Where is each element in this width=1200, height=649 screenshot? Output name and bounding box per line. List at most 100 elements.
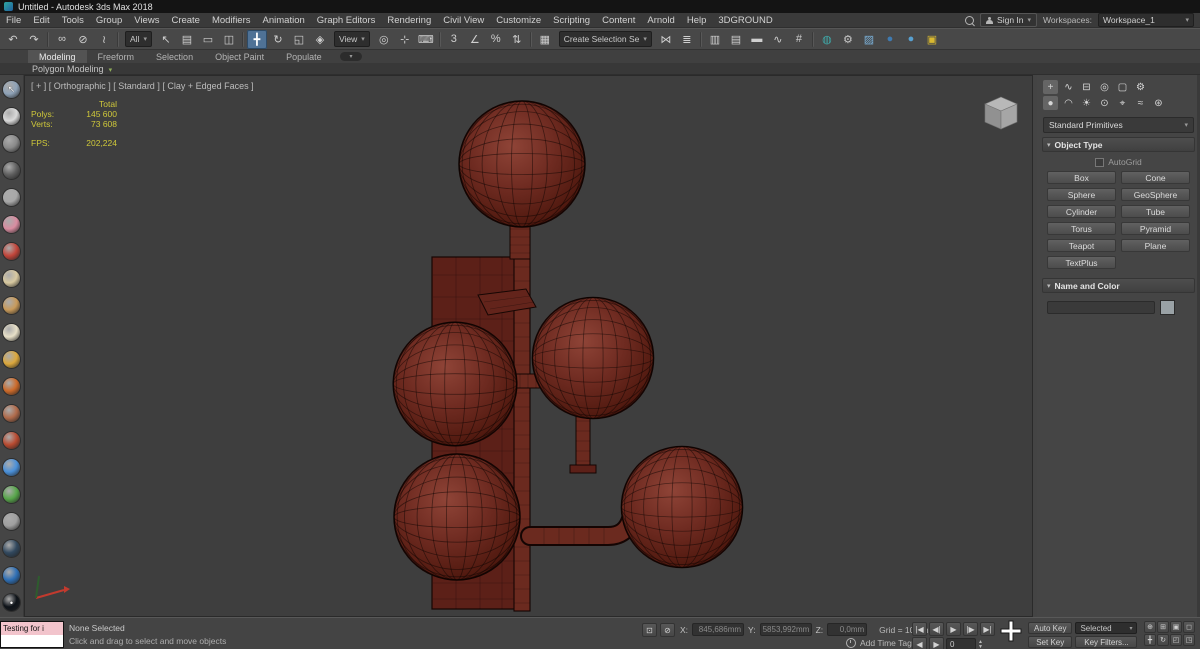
bind-to-space-warp-button[interactable]: ≀ xyxy=(94,30,114,49)
left-tool-cream-sphere-icon[interactable] xyxy=(3,324,20,341)
object-type-button-torus[interactable]: Torus xyxy=(1047,222,1116,235)
sphere-bottom-left[interactable] xyxy=(393,453,521,581)
sphere-left[interactable] xyxy=(392,321,518,447)
left-tool-gray-sphere-icon[interactable] xyxy=(3,189,20,206)
primitive-category-dropdown[interactable]: Standard Primitives xyxy=(1043,117,1194,133)
left-tool-beige-sphere-icon[interactable] xyxy=(3,270,20,287)
select-and-link-button[interactable]: ∞ xyxy=(52,30,72,49)
select-object-button[interactable]: ↖ xyxy=(156,30,176,49)
menu-edit[interactable]: Edit xyxy=(27,13,55,28)
object-type-button-pyramid[interactable]: Pyramid xyxy=(1121,222,1190,235)
helpers-category-tab[interactable]: ⌖ xyxy=(1115,96,1130,110)
left-tool-orange-sphere-icon[interactable] xyxy=(3,378,20,395)
x-coordinate-field[interactable] xyxy=(692,623,745,636)
object-type-rollout-header[interactable]: Object Type xyxy=(1042,137,1195,152)
left-tool-amber-sphere-icon[interactable] xyxy=(3,351,20,368)
object-name-input[interactable] xyxy=(1047,301,1155,314)
menu-animation[interactable]: Animation xyxy=(257,13,311,28)
zoom-all-button[interactable]: ⊞ xyxy=(1157,621,1169,633)
mirror-button[interactable]: ⋈ xyxy=(656,30,676,49)
auto-key-toggle[interactable]: Auto Key xyxy=(1028,622,1073,634)
go-to-end-button[interactable]: ▶| xyxy=(980,622,995,636)
material-editor-button[interactable]: ◍ xyxy=(817,30,837,49)
space-warps-category-tab[interactable]: ≈ xyxy=(1133,96,1148,110)
menu-file[interactable]: File xyxy=(0,13,27,28)
curve-editor-button[interactable]: ∿ xyxy=(768,30,788,49)
menu-graph-editors[interactable]: Graph Editors xyxy=(311,13,382,28)
select-by-name-button[interactable]: ▤ xyxy=(177,30,197,49)
set-key-button[interactable]: Set Key xyxy=(1028,636,1073,648)
window-crossing-toggle[interactable]: ◫ xyxy=(219,30,239,49)
select-and-move-button[interactable]: ╋ xyxy=(246,29,267,49)
pan-view-button[interactable]: ╋ xyxy=(1144,634,1156,646)
y-coordinate-field[interactable] xyxy=(759,623,812,636)
menu-create[interactable]: Create xyxy=(165,13,206,28)
menu-tools[interactable]: Tools xyxy=(56,13,90,28)
object-color-swatch[interactable] xyxy=(1160,300,1175,315)
zoom-region-button[interactable]: ◻ xyxy=(1183,621,1195,633)
left-tool-navy-sphere-icon[interactable] xyxy=(3,540,20,557)
add-time-tag-button[interactable]: Add Time Tag xyxy=(860,638,912,648)
menu-modifiers[interactable]: Modifiers xyxy=(206,13,257,28)
left-tool-dark-icon[interactable] xyxy=(3,162,20,179)
previous-frame-button[interactable]: ◀| xyxy=(929,622,944,636)
object-type-button-teapot[interactable]: Teapot xyxy=(1047,239,1116,252)
menu-arnold[interactable]: Arnold xyxy=(641,13,680,28)
play-animation-button[interactable]: ▶ xyxy=(946,622,961,636)
schematic-view-button[interactable]: # xyxy=(789,30,809,49)
macro-recorder-line[interactable]: Testing for i xyxy=(1,622,63,635)
utilities-tab[interactable]: ⚙ xyxy=(1133,80,1148,94)
hierarchy-tab[interactable]: ⊟ xyxy=(1079,80,1094,94)
listener-line[interactable] xyxy=(1,635,63,647)
viewcube[interactable] xyxy=(981,95,1021,138)
orbit-button[interactable]: ↻ xyxy=(1157,634,1169,646)
tab-freeform[interactable]: Freeform xyxy=(87,50,146,63)
left-tool-panel-icon[interactable] xyxy=(3,135,20,152)
menu-scripting[interactable]: Scripting xyxy=(547,13,596,28)
systems-category-tab[interactable]: ⊛ xyxy=(1151,96,1166,110)
menu-3dground[interactable]: 3DGROUND xyxy=(712,13,778,28)
object-type-button-textplus[interactable]: TextPlus xyxy=(1047,256,1116,269)
select-and-manipulate-button[interactable]: ⊹ xyxy=(395,30,415,49)
use-pivot-point-center-button[interactable]: ◎ xyxy=(374,30,394,49)
viewport[interactable]: [ + ] [ Orthographic ] [ Standard ] [ Cl… xyxy=(24,75,1033,617)
tab-object-paint[interactable]: Object Paint xyxy=(204,50,275,63)
left-tool-active-icon[interactable]: • xyxy=(3,594,20,611)
sphere-right[interactable] xyxy=(620,445,744,569)
tab-populate[interactable]: Populate xyxy=(275,50,333,63)
menu-content[interactable]: Content xyxy=(596,13,641,28)
spinner-snap-toggle[interactable]: ⇅ xyxy=(507,30,527,49)
keyboard-shortcut-override-toggle[interactable]: ⌨ xyxy=(416,30,436,49)
geometry-category-tab[interactable]: ● xyxy=(1043,96,1058,110)
left-tool-pointer-icon[interactable]: ↖ xyxy=(3,81,20,98)
autogrid-toggle[interactable]: AutoGrid xyxy=(1037,157,1200,167)
object-type-button-cylinder[interactable]: Cylinder xyxy=(1047,205,1116,218)
render-setup-button[interactable]: ⚙ xyxy=(838,30,858,49)
left-tool-page-icon[interactable] xyxy=(3,108,20,125)
unlink-selection-button[interactable]: ⊘ xyxy=(73,30,93,49)
undo-button[interactable]: ↶ xyxy=(3,30,23,49)
sphere-top[interactable] xyxy=(458,100,586,228)
object-type-button-cone[interactable]: Cone xyxy=(1121,171,1190,184)
key-step-back-button[interactable]: ◀ xyxy=(912,637,927,649)
left-tool-red-sphere-icon[interactable] xyxy=(3,243,20,260)
model-lower-tube[interactable] xyxy=(520,501,644,546)
angle-snap-toggle[interactable]: ∠ xyxy=(465,30,485,49)
snaps-toggle-3d[interactable]: 3 xyxy=(444,30,464,49)
model-middle-stem[interactable] xyxy=(569,410,597,474)
render-production-button[interactable]: ● xyxy=(880,30,900,49)
menu-customize[interactable]: Customize xyxy=(490,13,547,28)
display-tab[interactable]: ▢ xyxy=(1115,80,1130,94)
object-type-button-plane[interactable]: Plane xyxy=(1121,239,1190,252)
menu-help[interactable]: Help xyxy=(681,13,713,28)
menu-rendering[interactable]: Rendering xyxy=(381,13,437,28)
percent-snap-toggle[interactable]: % xyxy=(486,30,506,49)
left-tool-dots-icon[interactable] xyxy=(3,405,20,422)
maxscript-mini-listener[interactable]: Testing for i xyxy=(0,621,64,648)
modify-tab[interactable]: ∿ xyxy=(1061,80,1076,94)
polygon-modeling-panel[interactable]: Polygon Modeling xyxy=(32,64,112,74)
scene-canvas[interactable] xyxy=(24,75,1033,617)
select-and-place-button[interactable]: ◈ xyxy=(310,30,330,49)
object-type-button-geosphere[interactable]: GeoSphere xyxy=(1121,188,1190,201)
menu-group[interactable]: Group xyxy=(90,13,128,28)
